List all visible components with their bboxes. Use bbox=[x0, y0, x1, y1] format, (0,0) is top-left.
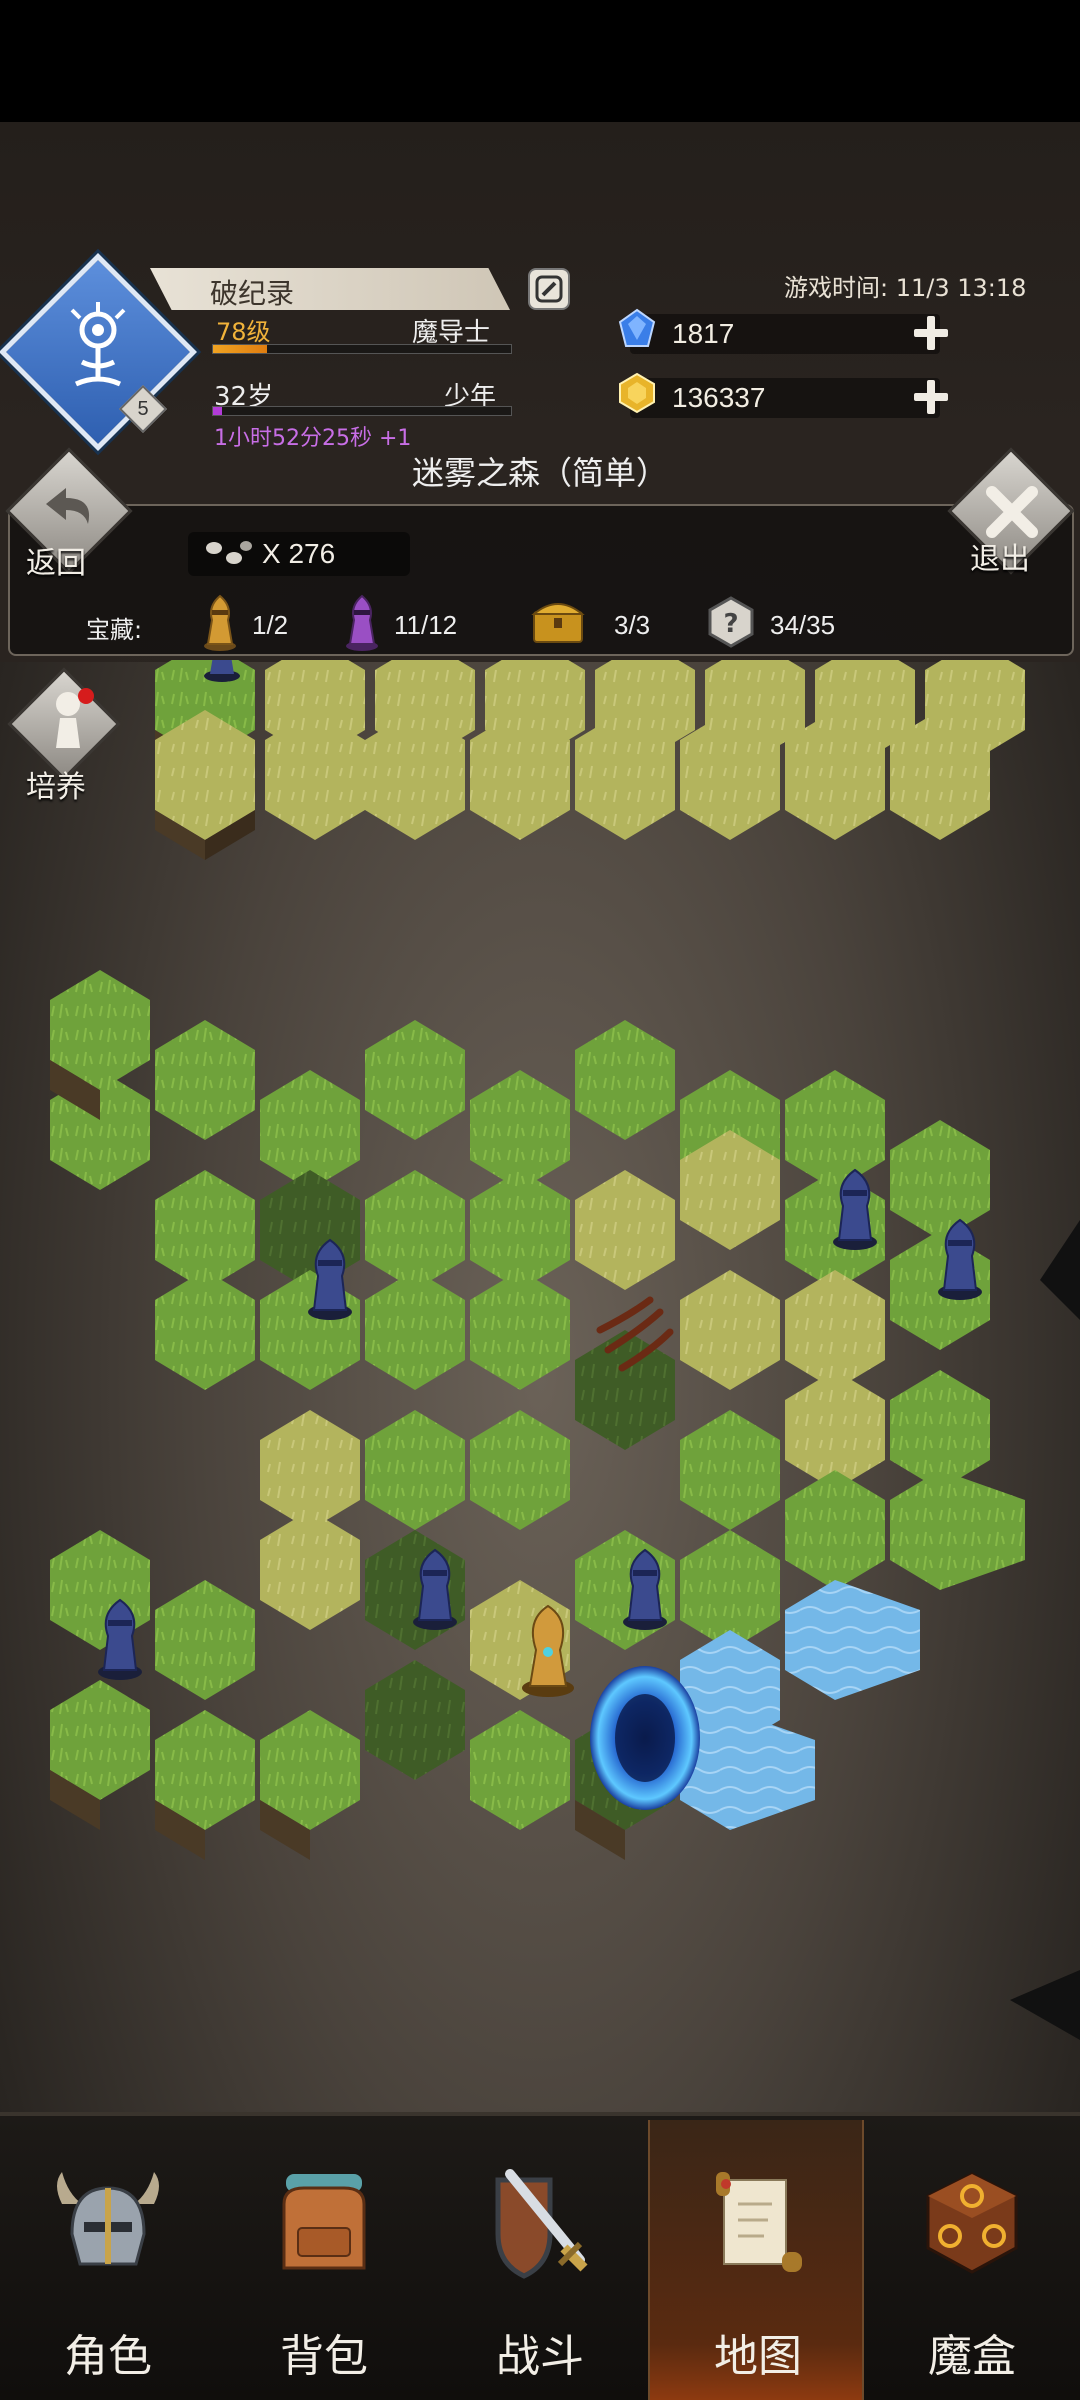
hex-cluster-main bbox=[50, 970, 1025, 1860]
backpack-icon bbox=[282, 2174, 366, 2270]
nav-character-label: 角色 bbox=[64, 2331, 152, 2382]
avatar-rank-number: 5 bbox=[137, 398, 149, 420]
status-bar bbox=[0, 0, 1080, 122]
treasure-chest-icon bbox=[531, 603, 585, 643]
gold-coin-icon bbox=[619, 372, 655, 414]
player-title-banner bbox=[150, 268, 510, 310]
helmet-icon bbox=[57, 2172, 159, 2266]
mystery-hex-icon: ? bbox=[708, 596, 754, 648]
nav-magic-box[interactable]: 魔盒 bbox=[864, 2120, 1080, 2400]
gold-knight-count: 1/2 bbox=[252, 610, 289, 640]
back-label: 返回 bbox=[26, 546, 86, 581]
magic-box-icon bbox=[926, 2172, 1018, 2274]
mystery-hex-count: 34/35 bbox=[770, 610, 836, 640]
edit-button[interactable] bbox=[528, 268, 570, 310]
nav-map[interactable]: 地图 bbox=[648, 2120, 864, 2400]
xp-progress-bar bbox=[212, 344, 512, 354]
player-level: 78级 bbox=[216, 318, 271, 346]
nav-battle[interactable]: 战斗 bbox=[432, 2120, 648, 2400]
game-time: 游戏时间: 11/3 13:18 bbox=[784, 274, 1027, 302]
player-emblem-icon bbox=[70, 302, 126, 387]
treasure-label: 宝藏: bbox=[86, 616, 143, 644]
blue-gem-icon bbox=[618, 308, 656, 347]
treasure-chest-count: 3/3 bbox=[614, 610, 651, 640]
map-title: 迷雾之森（简单） bbox=[411, 454, 668, 492]
gold-knight-icon bbox=[204, 594, 236, 651]
hex-map-board[interactable] bbox=[0, 660, 1080, 2120]
edit-icon bbox=[535, 275, 563, 303]
svg-text:?: ? bbox=[723, 609, 738, 639]
nav-map-label: 地图 bbox=[714, 2331, 802, 2382]
purple-knight-count: 11/12 bbox=[394, 610, 458, 640]
add-gems-button[interactable] bbox=[914, 316, 948, 350]
nav-backpack-label: 背包 bbox=[280, 2331, 368, 2382]
exit-label: 退出 bbox=[970, 542, 1030, 577]
player-title: 破纪录 bbox=[210, 277, 295, 310]
add-gold-button[interactable] bbox=[914, 380, 948, 414]
nav-backpack[interactable]: 背包 bbox=[216, 2120, 432, 2400]
nav-magic-box-label: 魔盒 bbox=[928, 2331, 1016, 2382]
nav-character[interactable]: 角色 bbox=[0, 2120, 216, 2400]
purple-knight-icon bbox=[346, 594, 378, 651]
footprints-icon bbox=[206, 541, 252, 564]
sword-shield-icon bbox=[495, 2169, 588, 2279]
age-progress-bar bbox=[212, 406, 512, 416]
footprint-count: X 276 bbox=[262, 538, 336, 569]
scroll-map-icon bbox=[716, 2172, 802, 2272]
portal-icon bbox=[590, 1666, 700, 1810]
gold-count: 136337 bbox=[672, 382, 766, 413]
nav-battle-label: 战斗 bbox=[496, 2331, 584, 2382]
hex-cluster-top bbox=[155, 660, 1025, 860]
gem-count: 1817 bbox=[672, 318, 735, 349]
